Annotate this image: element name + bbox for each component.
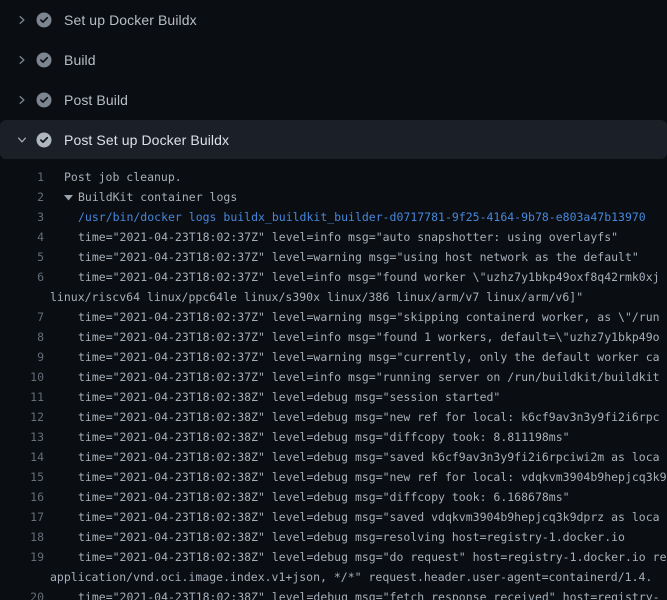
log-text: time="2021-04-23T18:02:37Z" level=info m… [78,227,618,247]
log-row: 12 time="2021-04-23T18:02:38Z" level=debu… [0,407,667,427]
step-label: Set up Docker Buildx [64,12,197,28]
chevron-right-icon [14,92,30,108]
line-number[interactable]: 5 [0,247,44,267]
step-list: Set up Docker Buildx Build Post Build Po… [0,0,667,159]
command-text: /usr/bin/docker logs buildx_buildkit_bui… [78,207,646,227]
line-number[interactable]: 20 [0,587,44,600]
log-row: 3/usr/bin/docker logs buildx_buildkit_bu… [0,207,667,227]
line-number[interactable]: 6 [0,267,44,287]
log-row: 20 time="2021-04-23T18:02:38Z" level=debu… [0,587,667,600]
line-number[interactable]: 11 [0,387,44,407]
log-row: 7 time="2021-04-23T18:02:37Z" level=warni… [0,307,667,327]
log-text: time="2021-04-23T18:02:38Z" level=debug … [78,487,570,507]
line-number[interactable]: 14 [0,447,44,467]
log-text: time="2021-04-23T18:02:37Z" level=warnin… [78,347,660,367]
line-number[interactable]: 12 [0,407,44,427]
chevron-right-icon [14,12,30,28]
log-text: time="2021-04-23T18:02:38Z" level=debug … [78,547,667,567]
log-row: 6 time="2021-04-23T18:02:37Z" level=info … [0,267,667,287]
log-row: 2 BuildKit container logs [0,187,667,207]
check-circle-icon [36,52,52,68]
line-number[interactable]: 1 [0,167,44,187]
chevron-right-icon [14,52,30,68]
log-row: 1 Post job cleanup. [0,167,667,187]
line-number[interactable]: 3 [0,207,44,227]
line-number [0,287,44,307]
log-row: 14 time="2021-04-23T18:02:38Z" level=debu… [0,447,667,467]
chevron-down-icon [14,132,30,148]
line-number[interactable]: 2 [0,187,44,207]
log-text: time="2021-04-23T18:02:38Z" level=debug … [78,447,660,467]
step-header-post-set-up-docker-buildx[interactable]: Post Set up Docker Buildx [0,120,667,159]
log-text: BuildKit container logs [78,187,237,207]
log-text: time="2021-04-23T18:02:37Z" level=warnin… [78,247,639,267]
line-number [0,567,44,587]
group-toggle-triangle-down-icon[interactable] [64,187,78,207]
step-header-build[interactable]: Build [0,40,667,80]
log-row: 19 time="2021-04-23T18:02:38Z" level=debu… [0,547,667,567]
line-number[interactable]: 7 [0,307,44,327]
log-text: time="2021-04-23T18:02:38Z" level=debug … [78,527,625,547]
line-number[interactable]: 4 [0,227,44,247]
line-number[interactable]: 17 [0,507,44,527]
log-text: application/vnd.oci.image.index.v1+json,… [50,567,652,587]
log-text: time="2021-04-23T18:02:38Z" level=debug … [78,467,667,487]
log-row: 11 time="2021-04-23T18:02:38Z" level=debu… [0,387,667,407]
actions-log-viewer: Set up Docker Buildx Build Post Build Po… [0,0,667,600]
log-row: application/vnd.oci.image.index.v1+json,… [0,567,667,587]
log-row: 15 time="2021-04-23T18:02:38Z" level=debu… [0,467,667,487]
log-row: linux/riscv64 linux/ppc64le linux/s390x … [0,287,667,307]
log-text: time="2021-04-23T18:02:37Z" level=info m… [78,327,660,347]
log-area: 1 Post job cleanup. 2 BuildKit container lo… [0,159,667,600]
log-text: time="2021-04-23T18:02:38Z" level=debug … [78,507,660,527]
log-text: time="2021-04-23T18:02:38Z" level=debug … [78,427,570,447]
step-label: Post Set up Docker Buildx [64,132,229,148]
log-text: time="2021-04-23T18:02:37Z" level=info m… [78,267,660,287]
line-number[interactable]: 8 [0,327,44,347]
line-number[interactable]: 15 [0,467,44,487]
log-row: 9 time="2021-04-23T18:02:37Z" level=warni… [0,347,667,367]
log-row: 8 time="2021-04-23T18:02:37Z" level=info … [0,327,667,347]
log-row: 4 time="2021-04-23T18:02:37Z" level=info … [0,227,667,247]
log-text: time="2021-04-23T18:02:38Z" level=debug … [78,407,660,427]
log-row: 13 time="2021-04-23T18:02:38Z" level=debu… [0,427,667,447]
log-text: time="2021-04-23T18:02:38Z" level=debug … [78,587,660,600]
check-circle-icon [36,92,52,108]
line-number[interactable]: 13 [0,427,44,447]
log-row: 10 time="2021-04-23T18:02:37Z" level=info… [0,367,667,387]
line-number[interactable]: 16 [0,487,44,507]
log-row: 16 time="2021-04-23T18:02:38Z" level=debu… [0,487,667,507]
line-number[interactable]: 9 [0,347,44,367]
log-row: 17 time="2021-04-23T18:02:38Z" level=debu… [0,507,667,527]
check-circle-icon [36,132,52,148]
log-row: 18 time="2021-04-23T18:02:38Z" level=debu… [0,527,667,547]
log-text: time="2021-04-23T18:02:38Z" level=debug … [78,387,500,407]
log-text: linux/riscv64 linux/ppc64le linux/s390x … [50,287,583,307]
step-header-post-build[interactable]: Post Build [0,80,667,120]
check-circle-icon [36,12,52,28]
line-number[interactable]: 10 [0,367,44,387]
log-text: time="2021-04-23T18:02:37Z" level=info m… [78,367,660,387]
line-number[interactable]: 18 [0,527,44,547]
step-header-set-up-docker-buildx[interactable]: Set up Docker Buildx [0,0,667,40]
log-text: time="2021-04-23T18:02:37Z" level=warnin… [78,307,660,327]
step-label: Build [64,52,96,68]
log-row: 5 time="2021-04-23T18:02:37Z" level=warni… [0,247,667,267]
step-label: Post Build [64,92,128,108]
log-text: Post job cleanup. [64,167,182,187]
line-number[interactable]: 19 [0,547,44,567]
